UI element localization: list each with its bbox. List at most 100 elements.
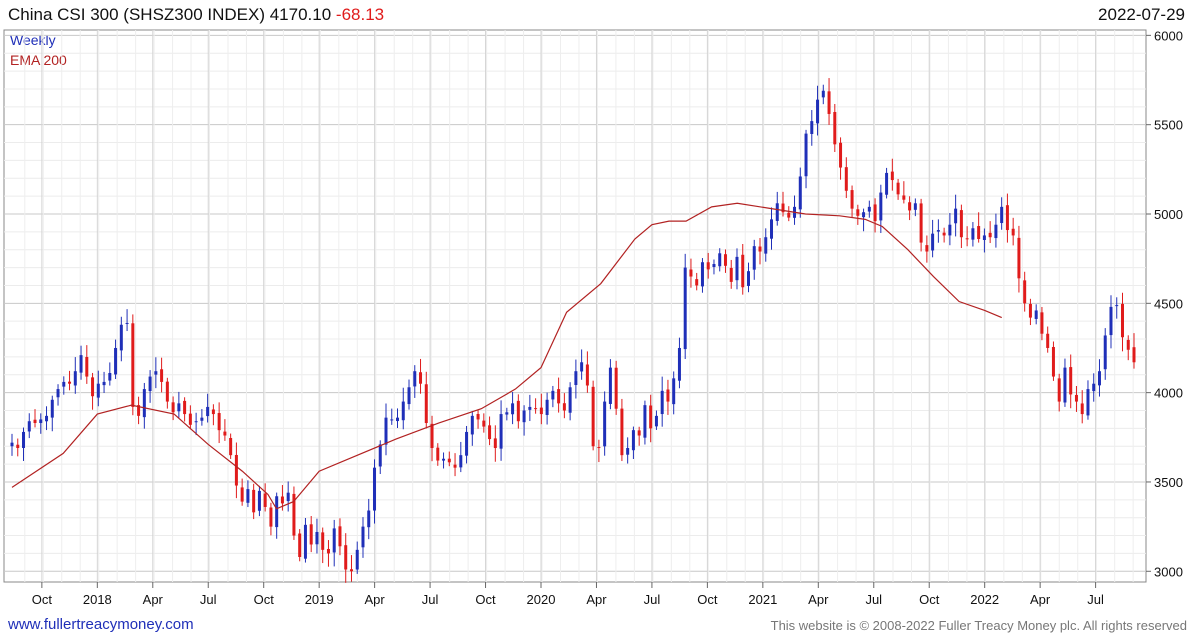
x-tick-label: Apr: [1030, 592, 1051, 607]
candle-body: [660, 390, 664, 415]
candle-body: [534, 408, 538, 410]
candle-body: [315, 531, 319, 545]
candle-body: [45, 415, 49, 422]
candle-body: [649, 405, 653, 429]
y-tick-label: 3000: [1154, 564, 1183, 579]
candle-body: [620, 408, 624, 456]
x-tick-label: Oct: [475, 592, 496, 607]
candle-body: [1046, 333, 1050, 348]
candle-body: [597, 447, 601, 449]
x-tick-label: Oct: [32, 592, 53, 607]
candle-body: [223, 431, 227, 436]
candle-body: [965, 238, 969, 240]
candle-body: [125, 322, 129, 324]
candle-body: [424, 384, 428, 424]
y-tick-label: 4000: [1154, 386, 1183, 401]
x-tick-label: 2018: [83, 592, 112, 607]
candle-body: [148, 376, 152, 392]
candle-body: [672, 378, 676, 405]
candle-body: [626, 448, 630, 455]
x-tick-label: Jul: [644, 592, 661, 607]
candle-body: [516, 400, 520, 422]
candle-body: [430, 423, 434, 449]
candle-body: [459, 455, 463, 468]
candle-body: [419, 372, 423, 384]
candle-body: [902, 195, 906, 200]
candle-body: [114, 347, 118, 375]
candle-body: [142, 389, 146, 418]
candle-body: [839, 142, 843, 168]
candle-body: [465, 431, 469, 456]
candle-body: [844, 167, 848, 191]
candle-body: [654, 415, 658, 427]
candle-body: [511, 403, 515, 415]
candle-body: [499, 414, 503, 449]
candle-body: [263, 493, 267, 507]
site-link[interactable]: www.fullertreacymoney.com: [8, 616, 194, 633]
candle-body: [154, 371, 158, 375]
candle-body: [108, 372, 112, 381]
candle-body: [770, 219, 774, 239]
candle-body: [229, 437, 233, 456]
candle-body: [476, 413, 480, 420]
candle-body: [1132, 347, 1136, 363]
candle-body: [1086, 389, 1090, 416]
candle-body: [752, 246, 756, 270]
candle-body: [1023, 280, 1027, 304]
candle-body: [821, 90, 825, 98]
candle-body: [384, 417, 388, 445]
candle-body: [131, 323, 135, 407]
candle-body: [804, 133, 808, 177]
candle-body: [816, 99, 820, 124]
candle-body: [925, 245, 929, 252]
candle-body: [453, 464, 457, 468]
x-tick-label: Jul: [1087, 592, 1104, 607]
candle-body: [206, 406, 210, 417]
candle-body: [1080, 403, 1084, 415]
candle-body: [798, 176, 802, 210]
candle-body: [666, 389, 670, 402]
candle-body: [96, 383, 100, 398]
candle-body: [591, 386, 595, 447]
candle-body: [27, 421, 31, 432]
candle-body: [165, 381, 169, 402]
x-tick-label: 2022: [970, 592, 999, 607]
candle-body: [321, 532, 325, 550]
x-tick-label: Oct: [919, 592, 940, 607]
candle-body: [378, 444, 382, 467]
candle-body: [102, 381, 106, 386]
price-chart: Oct 2018 Apr Jul Oct 2019 Apr Jul Oct 2020 Apr Jul O…: [3, 28, 1183, 607]
candle-body: [396, 417, 400, 422]
candle-body: [470, 415, 474, 435]
candle-body: [401, 401, 405, 421]
x-tick-label: Jul: [865, 592, 882, 607]
candle-body: [1126, 339, 1130, 350]
candle-body: [608, 367, 612, 404]
candle-body: [488, 425, 492, 440]
candle-body: [171, 402, 175, 413]
candle-body: [1017, 237, 1021, 279]
candle-body: [850, 190, 854, 209]
candle-body: [194, 421, 198, 423]
candle-body: [442, 458, 446, 461]
candle-body: [211, 409, 215, 415]
candle-body: [913, 203, 917, 210]
candle-body: [919, 203, 923, 243]
candle-body: [1109, 306, 1113, 336]
x-tick-label: Oct: [697, 592, 718, 607]
candle-body: [234, 454, 238, 486]
candle-body: [367, 510, 371, 528]
candle-body: [280, 496, 284, 504]
candle-body: [505, 412, 509, 415]
candle-body: [562, 403, 566, 411]
candle-body: [643, 405, 647, 438]
candle-body: [275, 496, 279, 528]
candle-body: [1074, 394, 1078, 402]
candle-body: [188, 413, 192, 425]
candle-body: [936, 230, 940, 232]
candle-body: [56, 389, 60, 398]
candle-body: [867, 206, 871, 212]
candle-body: [741, 254, 745, 288]
candle-body: [309, 524, 313, 545]
candle-body: [631, 430, 635, 451]
